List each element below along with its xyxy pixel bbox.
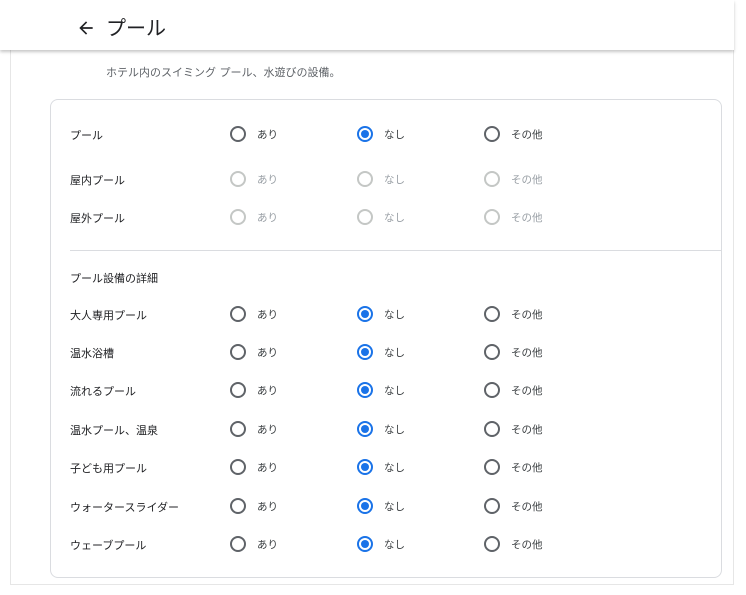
amenity-row: 子ども用プール あり なし その他 [70, 457, 670, 477]
radio-unchecked-icon[interactable] [230, 306, 246, 322]
radio-option-label: なし [384, 385, 405, 397]
amenity-row: プール あり なし その他 [70, 124, 670, 144]
amenity-row: 流れるプール あり なし その他 [70, 380, 670, 400]
radio-unchecked-icon[interactable] [230, 421, 246, 437]
radio-checked-icon[interactable] [357, 306, 373, 322]
amenity-row: 屋内プール あり なし その他 [70, 169, 670, 189]
amenity-row-label: 温水浴槽 [70, 347, 114, 360]
radio-unchecked-icon [357, 171, 373, 187]
radio-option-label: その他 [511, 212, 543, 224]
radio-option-label: あり [257, 174, 278, 186]
radio-option-label: その他 [511, 129, 543, 141]
amenity-row-label: 子ども用プール [70, 462, 147, 475]
radio-checked-icon[interactable] [357, 536, 373, 552]
page-title: プール [106, 16, 166, 40]
radio-checked-icon[interactable] [357, 498, 373, 514]
radio-unchecked-icon[interactable] [230, 536, 246, 552]
page-subtitle: ホテル内のスイミング プール、水遊びの設備。 [106, 66, 341, 79]
amenity-row-label: 流れるプール [70, 385, 136, 398]
radio-option-label: なし [384, 462, 405, 474]
radio-unchecked-icon[interactable] [484, 421, 500, 437]
radio-option-label: なし [384, 501, 405, 513]
amenity-row: ウェーブプール あり なし その他 [70, 534, 670, 554]
radio-option-label: あり [257, 129, 278, 141]
radio-option-label: あり [257, 424, 278, 436]
amenity-row-label: プール [70, 129, 103, 142]
radio-option-label: なし [384, 539, 405, 551]
radio-unchecked-icon[interactable] [484, 126, 500, 142]
radio-checked-icon[interactable] [357, 459, 373, 475]
section-heading: プール設備の詳細 [70, 272, 158, 285]
amenity-row-label: 温水プール、温泉 [70, 424, 158, 437]
amenity-row: 屋外プール あり なし その他 [70, 207, 670, 227]
radio-option-label: あり [257, 462, 278, 474]
radio-unchecked-icon[interactable] [484, 536, 500, 552]
radio-unchecked-icon[interactable] [230, 459, 246, 475]
radio-option-label: その他 [511, 174, 543, 186]
app-header: プール [0, 0, 734, 50]
radio-option-label: なし [384, 174, 405, 186]
radio-option-label: あり [257, 309, 278, 321]
radio-option-label: なし [384, 309, 405, 321]
radio-unchecked-icon[interactable] [484, 459, 500, 475]
radio-unchecked-icon[interactable] [230, 344, 246, 360]
radio-unchecked-icon [357, 209, 373, 225]
amenity-row-label: 大人専用プール [70, 309, 147, 322]
amenity-row-label: 屋外プール [70, 212, 125, 225]
radio-unchecked-icon [484, 171, 500, 187]
radio-unchecked-icon [484, 209, 500, 225]
radio-option-label: なし [384, 424, 405, 436]
radio-option-label: その他 [511, 385, 543, 397]
radio-unchecked-icon[interactable] [484, 344, 500, 360]
radio-unchecked-icon[interactable] [230, 126, 246, 142]
radio-unchecked-icon[interactable] [230, 498, 246, 514]
radio-checked-icon[interactable] [357, 382, 373, 398]
amenity-row-label: ウェーブプール [70, 539, 147, 552]
radio-option-label: あり [257, 212, 278, 224]
arrow-back-icon [79, 21, 93, 35]
section-divider [70, 250, 721, 251]
amenity-row: ウォータースライダー あり なし その他 [70, 496, 670, 516]
radio-option-label: なし [384, 347, 405, 359]
radio-option-label: その他 [511, 424, 543, 436]
radio-checked-icon[interactable] [357, 421, 373, 437]
radio-unchecked-icon[interactable] [484, 498, 500, 514]
radio-unchecked-icon[interactable] [230, 382, 246, 398]
radio-option-label: あり [257, 347, 278, 359]
radio-option-label: なし [384, 212, 405, 224]
amenity-row: 大人専用プール あり なし その他 [70, 304, 670, 324]
radio-checked-icon[interactable] [357, 126, 373, 142]
radio-option-label: その他 [511, 462, 543, 474]
radio-option-label: その他 [511, 539, 543, 551]
back-button[interactable] [76, 18, 96, 38]
radio-checked-icon[interactable] [357, 344, 373, 360]
amenity-row: 温水プール、温泉 あり なし その他 [70, 419, 670, 439]
radio-unchecked-icon[interactable] [484, 382, 500, 398]
radio-option-label: あり [257, 501, 278, 513]
radio-unchecked-icon [230, 171, 246, 187]
amenity-row: 温水浴槽 あり なし その他 [70, 342, 670, 362]
amenity-row-label: 屋内プール [70, 174, 125, 187]
radio-unchecked-icon [230, 209, 246, 225]
radio-option-label: その他 [511, 309, 543, 321]
radio-option-label: その他 [511, 347, 543, 359]
radio-unchecked-icon[interactable] [484, 306, 500, 322]
radio-option-label: あり [257, 385, 278, 397]
radio-option-label: あり [257, 539, 278, 551]
radio-option-label: その他 [511, 501, 543, 513]
amenity-row-label: ウォータースライダー [70, 501, 180, 514]
radio-option-label: なし [384, 129, 405, 141]
